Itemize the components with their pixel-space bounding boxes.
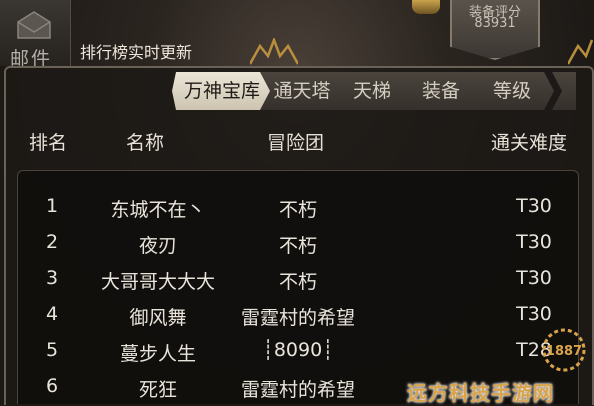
column-header-team: 冒险团 <box>267 132 325 154</box>
tab-equipment[interactable]: 装备 <box>400 72 482 110</box>
top-bar: 邮件 排行榜实时更新 装备评分 83931 <box>0 0 594 70</box>
row-difficulty: T30 <box>516 267 552 289</box>
watermark-logo-text: 1887 <box>546 344 582 359</box>
column-header-rank: 排名 <box>29 132 68 154</box>
tab-ladder[interactable]: 天梯 <box>332 72 412 110</box>
row-team: ┊8090┊ <box>262 339 334 361</box>
leaderboard-row[interactable]: 2 夜刃 不朽 T30 <box>18 223 578 259</box>
tab-strip-end <box>552 72 576 110</box>
leaderboard-list[interactable]: 1 东城不在丶 不朽 T30 2 夜刃 不朽 T30 3 大哥哥大大大 不朽 T… <box>17 170 579 404</box>
column-header-name: 名称 <box>126 132 165 154</box>
envelope-icon <box>17 11 51 39</box>
row-team: 不朽 <box>278 235 317 257</box>
watermark-logo-icon: 1887 <box>542 328 586 372</box>
gold-emblem-icon <box>412 0 440 14</box>
watermark-text: 远方科技手游网 <box>407 381 554 405</box>
column-header-difficulty: 通关难度 <box>491 132 568 154</box>
row-difficulty: T30 <box>516 231 552 253</box>
row-team: 不朽 <box>278 271 317 293</box>
tab-level[interactable]: 等级 <box>470 72 554 110</box>
row-team: 雷霆村的希望 <box>240 379 355 401</box>
row-difficulty: T30 <box>516 195 552 217</box>
equipment-score-badge[interactable]: 装备评分 83931 <box>450 0 540 60</box>
mail-button[interactable]: 邮件 <box>0 0 71 70</box>
leaderboard-row[interactable]: 5 蔓步人生 ┊8090┊ T28 <box>18 331 578 367</box>
crown-ornament-icon <box>250 38 298 65</box>
category-tabs: 万神宝库 通天塔 天梯 装备 等级 <box>172 72 576 110</box>
row-team: 不朽 <box>278 199 317 221</box>
tab-wanshen-vault[interactable]: 万神宝库 <box>172 72 272 110</box>
row-difficulty: T30 <box>516 303 552 325</box>
score-value: 83931 <box>474 16 516 31</box>
leaderboard-row[interactable]: 4 御风舞 雷霆村的希望 T30 <box>18 295 578 331</box>
leaderboard-row[interactable]: 1 东城不在丶 不朽 T30 <box>18 187 578 223</box>
rank-title: 排行榜实时更新 <box>80 43 193 62</box>
crown-ornament-icon <box>568 39 594 65</box>
tab-tongtian-tower[interactable]: 通天塔 <box>260 72 344 110</box>
row-team: 雷霆村的希望 <box>240 307 355 329</box>
leaderboard-row[interactable]: 3 大哥哥大大大 不朽 T30 <box>18 259 578 295</box>
